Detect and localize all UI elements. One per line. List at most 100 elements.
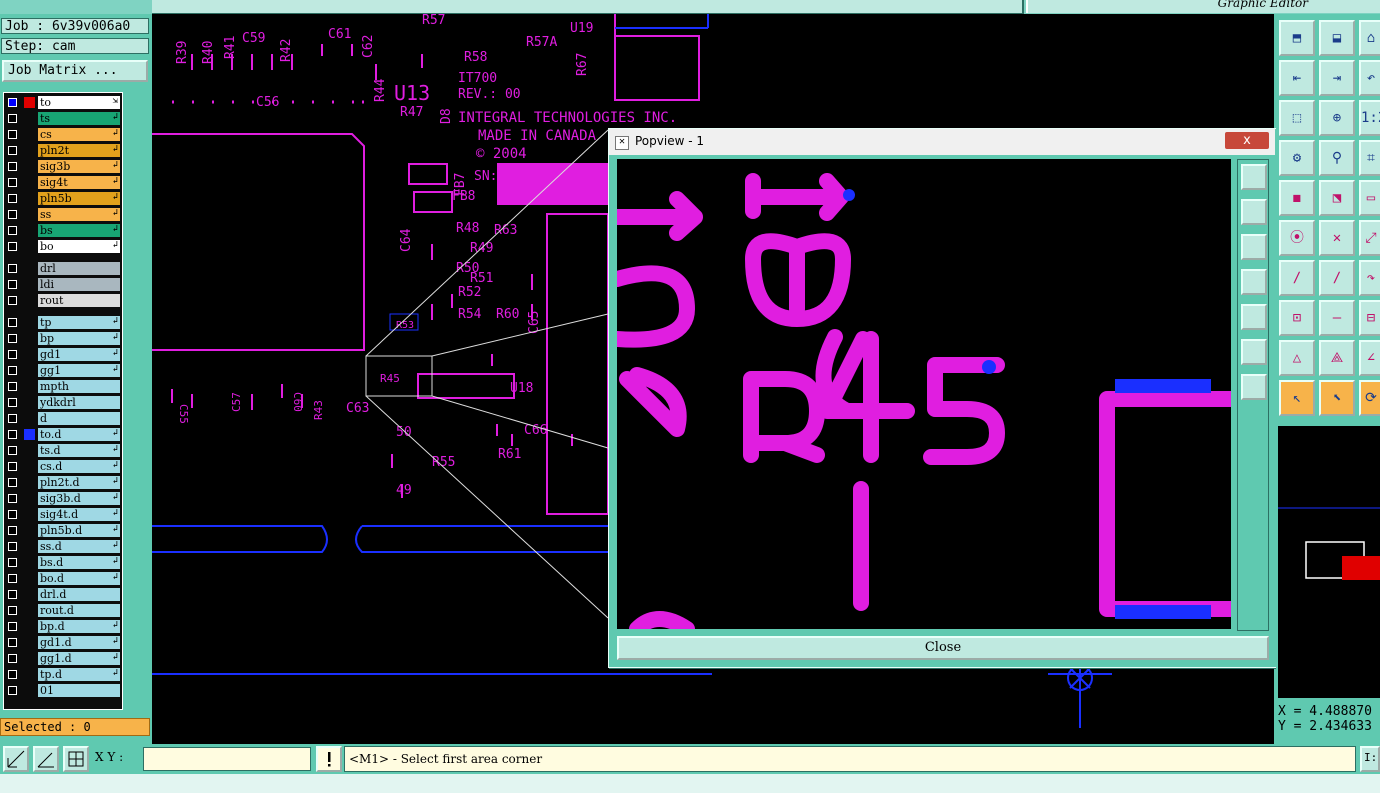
layer-row-pln2t-d[interactable]: pln2t.d ↲ [4, 475, 122, 490]
angle-icon[interactable]: ∠ [1359, 340, 1380, 376]
scale-1-2-icon[interactable]: 1:2 [1359, 100, 1380, 136]
layer-checkbox[interactable] [8, 526, 17, 535]
layer-row-ydkdrl[interactable]: ydkdrl [4, 395, 122, 410]
layer-edit-icon[interactable]: ↲ [113, 620, 118, 630]
alert-icon[interactable] [316, 746, 342, 772]
layer-name[interactable]: d [38, 412, 120, 425]
layer-name[interactable]: pln5b.d [38, 524, 120, 537]
layer-name[interactable]: tp [38, 316, 120, 329]
layer-row-pln2t[interactable]: pln2t ↲ [4, 143, 122, 158]
layer-edit-icon[interactable]: ↲ [113, 176, 118, 186]
corner-tool-icon[interactable] [3, 746, 29, 772]
layer-name[interactable]: sig4t [38, 176, 120, 189]
layer-row-bo-d[interactable]: bo.d ↲ [4, 571, 122, 586]
layer-checkbox[interactable] [8, 462, 17, 471]
layer-name[interactable]: bo [38, 240, 120, 253]
layer-name[interactable]: tp.d [38, 668, 120, 681]
layer-name[interactable]: drl [38, 262, 120, 275]
layer-name[interactable]: sig3b.d [38, 492, 120, 505]
popview-titlebar[interactable]: ✕ Popview - 1 x [609, 129, 1275, 155]
layer-checkbox[interactable] [8, 494, 17, 503]
layer-checkbox[interactable] [8, 242, 17, 251]
zoom-fit-icon[interactable]: ⬚ [1279, 100, 1315, 136]
layer-name[interactable]: pln5b [38, 192, 120, 205]
layer-edit-icon[interactable]: ↲ [113, 540, 118, 550]
layer-edit-icon[interactable]: ↲ [113, 556, 118, 566]
popview-center-icon[interactable] [1241, 374, 1267, 400]
layer-edit-icon[interactable]: ⇲ [113, 96, 118, 106]
layer-checkbox[interactable] [8, 350, 17, 359]
layer-row-gg1-d[interactable]: gg1.d ↲ [4, 651, 122, 666]
layer-checkbox[interactable] [8, 382, 17, 391]
layer-edit-icon[interactable]: ↲ [113, 636, 118, 646]
layer-edit-icon[interactable]: ↲ [113, 192, 118, 202]
pin-icon[interactable]: ⚲ [1319, 140, 1355, 176]
layer-name[interactable]: bo.d [38, 572, 120, 585]
popview-zoom-icon[interactable] [1241, 164, 1267, 190]
cross-icon[interactable]: ✕ [1319, 220, 1355, 256]
layer-row-sig3b-d[interactable]: sig3b.d ↲ [4, 491, 122, 506]
layer-row-01[interactable]: 01 [4, 683, 122, 698]
layer-name[interactable]: ts.d [38, 444, 120, 457]
box-icon[interactable]: ⊟ [1359, 300, 1380, 336]
layer-edit-icon[interactable]: ↲ [113, 128, 118, 138]
layer-checkbox[interactable] [8, 318, 17, 327]
ruler-icon[interactable]: ▭ [1359, 180, 1380, 216]
layer-name[interactable]: sig4t.d [38, 508, 120, 521]
layer-row-rout[interactable]: rout [4, 293, 122, 308]
layer-up-icon[interactable]: ⬒ [1279, 20, 1315, 56]
layer-checkbox[interactable] [8, 398, 17, 407]
layer-row-pln5b[interactable]: pln5b ↲ [4, 191, 122, 206]
layer-edit-icon[interactable]: ↲ [113, 572, 118, 582]
layer-checkbox[interactable] [8, 194, 17, 203]
layer-checkbox[interactable] [8, 264, 17, 273]
layer-name[interactable]: 01 [38, 684, 120, 697]
layer-row-mpth[interactable]: mpth [4, 379, 122, 394]
layer-name[interactable]: bp [38, 332, 120, 345]
layer-row-bs[interactable]: bs ↲ [4, 223, 122, 238]
popview-close-button[interactable]: Close [617, 636, 1269, 660]
layer-row-drl[interactable]: drl [4, 261, 122, 276]
layer-name[interactable]: drl.d [38, 588, 120, 601]
select-arrow-icon[interactable]: ⬉ [1319, 380, 1355, 416]
layer-row-bp[interactable]: bp ↲ [4, 331, 122, 346]
layer-edit-icon[interactable]: ↲ [113, 428, 118, 438]
angle-tool-icon[interactable] [33, 746, 59, 772]
layer-checkbox[interactable] [8, 622, 17, 631]
layer-checkbox[interactable] [8, 366, 17, 375]
layer-checkbox[interactable] [8, 114, 17, 123]
layer-row-gd1-d[interactable]: gd1.d ↲ [4, 635, 122, 650]
layer-checkbox[interactable] [8, 280, 17, 289]
layer-color-swatch[interactable] [24, 429, 35, 440]
layer-name[interactable]: bs.d [38, 556, 120, 569]
layer-row-cs-d[interactable]: cs.d ↲ [4, 459, 122, 474]
layer-edit-icon[interactable]: ↲ [113, 364, 118, 374]
link-icon[interactable]: ⤢ [1359, 220, 1380, 256]
layer-row-sig4t[interactable]: sig4t ↲ [4, 175, 122, 190]
layer-checkbox[interactable] [8, 542, 17, 551]
layer-checkbox[interactable] [8, 670, 17, 679]
layer-checkbox[interactable] [8, 654, 17, 663]
layer-checkbox[interactable] [8, 574, 17, 583]
layer-edit-icon[interactable]: ↲ [113, 508, 118, 518]
layer-color-swatch[interactable] [24, 97, 35, 108]
layer-name[interactable]: cs [38, 128, 120, 141]
zoom-in-icon[interactable]: ⊕ [1319, 100, 1355, 136]
connect-icon[interactable]: ⦿ [1279, 220, 1315, 256]
triangle-icon[interactable]: △ [1279, 340, 1315, 376]
layer-row-ts[interactable]: ts ↲ [4, 111, 122, 126]
popview-zoom-area[interactable] [617, 159, 1231, 629]
layer-edit-icon[interactable]: ↲ [113, 476, 118, 486]
layer-row-sig4t-d[interactable]: sig4t.d ↲ [4, 507, 122, 522]
layer-checkbox[interactable] [8, 606, 17, 615]
arc-icon[interactable]: ↷ [1359, 260, 1380, 296]
layer-row-pln5b-d[interactable]: pln5b.d ↲ [4, 523, 122, 538]
layer-edit-icon[interactable]: ↲ [113, 524, 118, 534]
layer-edit-icon[interactable]: ↲ [113, 652, 118, 662]
layer-row-tp-d[interactable]: tp.d ↲ [4, 667, 122, 682]
layer-checkbox[interactable] [8, 296, 17, 305]
layer-row-cs[interactable]: cs ↲ [4, 127, 122, 142]
layer-checkbox[interactable] [8, 510, 17, 519]
layer-name[interactable]: gg1 [38, 364, 120, 377]
layer-checkbox[interactable] [8, 226, 17, 235]
